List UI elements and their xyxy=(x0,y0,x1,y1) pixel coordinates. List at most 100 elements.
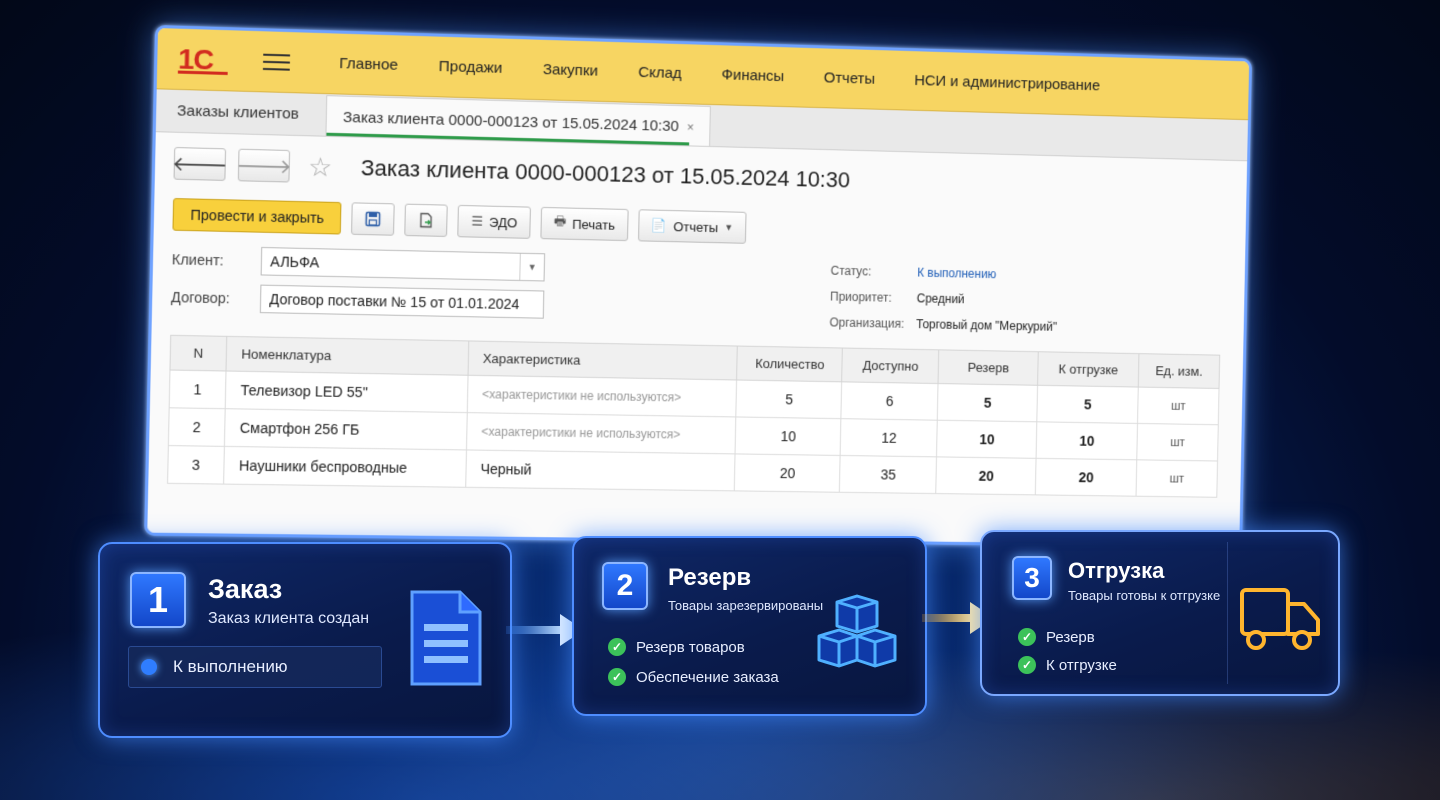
check-circle-icon: ✓ xyxy=(608,638,626,656)
app-logo: 1С xyxy=(178,42,243,77)
cell-reserve: 10 xyxy=(937,420,1037,458)
status-dot-icon xyxy=(141,659,157,675)
contract-row: Договор: Договор поставки № 15 от 01.01.… xyxy=(171,283,741,323)
reports-button-label: Отчеты xyxy=(673,219,718,235)
check-item: ✓ Резерв товаров xyxy=(608,638,779,656)
cell-characteristic[interactable]: <характеристики не используются> xyxy=(467,375,737,417)
printer-icon: 🖶 xyxy=(554,212,567,234)
cell-quantity[interactable]: 5 xyxy=(736,380,842,419)
column-header-available[interactable]: Доступно xyxy=(842,348,939,384)
cell-available: 12 xyxy=(840,419,937,457)
reports-button[interactable]: 📄 Отчеты ▼ xyxy=(638,209,747,244)
document-form: 🡐 🡒 ☆ Заказ клиента 0000-000123 от 15.05… xyxy=(147,132,1247,548)
step-title: Заказ xyxy=(208,574,282,605)
column-header-quantity[interactable]: Количество xyxy=(737,346,843,382)
back-button[interactable]: 🡐 xyxy=(174,147,227,181)
contract-value: Договор поставки № 15 от 01.01.2024 xyxy=(269,291,519,312)
column-header-unit[interactable]: Ед. изм. xyxy=(1138,354,1219,389)
document-icon xyxy=(408,588,484,688)
form-left: Клиент: АЛЬФА ▼ Договор: Договор поставк… xyxy=(170,245,741,340)
goods-table: N Номенклатура Характеристика Количество… xyxy=(167,335,1220,498)
arrow-right-icon: 🡒 xyxy=(236,152,292,179)
menu-item-purchases[interactable]: Закупки xyxy=(522,60,618,80)
check-list: ✓ Резерв товаров ✓ Обеспечение заказа xyxy=(608,638,779,686)
check-circle-icon: ✓ xyxy=(1018,628,1036,646)
edo-button-label: ЭДО xyxy=(489,214,518,230)
boxes-icon xyxy=(815,594,899,678)
cell-quantity[interactable]: 10 xyxy=(735,417,841,456)
cell-item[interactable]: Наушники беспроводные xyxy=(224,446,467,487)
cell-characteristic[interactable]: <характеристики не используются> xyxy=(466,413,736,454)
check-item-label: Обеспечение заказа xyxy=(636,669,779,686)
cell-quantity[interactable]: 20 xyxy=(735,454,841,492)
check-item-label: Резерв xyxy=(1046,629,1095,646)
step-card-shipment: 3 Отгрузка Товары готовы к отгрузке ✓ Ре… xyxy=(980,530,1340,696)
menu-item-admin[interactable]: НСИ и администрирование xyxy=(894,71,1119,94)
step-number: 1 xyxy=(130,572,186,628)
edo-icon: ☰ xyxy=(471,213,483,229)
client-value: АЛЬФА xyxy=(270,253,319,270)
close-icon[interactable]: × xyxy=(687,120,694,134)
menu-item-sales[interactable]: Продажи xyxy=(418,57,523,77)
cell-item[interactable]: Смартфон 256 ГБ xyxy=(224,409,467,450)
tab-client-orders[interactable]: Заказы клиентов xyxy=(156,102,320,136)
cell-n: 1 xyxy=(169,370,226,409)
client-field[interactable]: АЛЬФА ▼ xyxy=(261,247,546,282)
post-and-close-button[interactable]: Провести и закрыть xyxy=(172,198,341,235)
header-fields: Клиент: АЛЬФА ▼ Договор: Договор поставк… xyxy=(170,245,1227,349)
step-title: Резерв xyxy=(668,564,751,592)
menu-item-warehouse[interactable]: Склад xyxy=(618,63,702,82)
step-number: 3 xyxy=(1012,556,1052,600)
menu-item-finance[interactable]: Финансы xyxy=(701,66,804,86)
truck-icon xyxy=(1238,584,1324,656)
cell-unit: шт xyxy=(1137,423,1218,461)
check-item: ✓ К отгрузке xyxy=(1018,656,1117,674)
menu-item-main[interactable]: Главное xyxy=(319,54,419,74)
check-item-label: Резерв товаров xyxy=(636,639,745,656)
order-properties: Статус: К выполнению Приоритет: Средний … xyxy=(829,264,1058,346)
cell-reserve: 20 xyxy=(936,457,1036,495)
column-header-n[interactable]: N xyxy=(170,335,227,371)
column-header-to-ship[interactable]: К отгрузке xyxy=(1038,352,1139,387)
floppy-disk-icon xyxy=(365,211,382,228)
cell-unit: шт xyxy=(1136,460,1217,497)
print-button[interactable]: 🖶 Печать xyxy=(540,207,628,241)
create-based-on-button[interactable] xyxy=(405,204,448,237)
step-card-order: 1 Заказ Заказ клиента создан К выполнени… xyxy=(98,542,512,738)
column-header-characteristic[interactable]: Характеристика xyxy=(468,341,738,380)
contract-field[interactable]: Договор поставки № 15 от 01.01.2024 xyxy=(260,285,545,319)
print-button-label: Печать xyxy=(572,216,615,232)
report-icon: 📄 xyxy=(651,218,668,234)
cell-available: 35 xyxy=(840,455,937,493)
document-arrow-icon xyxy=(418,212,435,229)
check-circle-icon: ✓ xyxy=(1018,656,1036,674)
organization-value: Торговый дом "Меркурий" xyxy=(916,317,1057,334)
app-window: 1С Главное Продажи Закупки Склад Финансы… xyxy=(144,25,1252,548)
status-link[interactable]: К выполнению xyxy=(917,266,996,282)
cell-unit: шт xyxy=(1138,387,1219,425)
save-button[interactable] xyxy=(351,202,395,235)
column-header-item[interactable]: Номенклатура xyxy=(226,336,469,375)
check-item-label: К отгрузке xyxy=(1046,657,1117,674)
cell-to-ship: 5 xyxy=(1037,385,1138,423)
step-title: Отгрузка xyxy=(1068,558,1164,584)
favorite-star-icon[interactable]: ☆ xyxy=(308,151,333,183)
column-header-reserve[interactable]: Резерв xyxy=(938,350,1038,385)
check-item: ✓ Резерв xyxy=(1018,628,1117,646)
forward-button[interactable]: 🡒 xyxy=(238,149,290,183)
priority-label: Приоритет: xyxy=(830,290,917,306)
main-menu: Главное Продажи Закупки Склад Финансы От… xyxy=(319,54,1120,95)
cell-characteristic[interactable]: Черный xyxy=(465,450,735,491)
menu-item-reports[interactable]: Отчеты xyxy=(804,69,895,89)
priority-value: Средний xyxy=(917,291,965,306)
organization-row: Организация: Торговый дом "Меркурий" xyxy=(829,315,1057,333)
chevron-down-icon: ▼ xyxy=(724,222,733,232)
edo-button[interactable]: ☰ ЭДО xyxy=(458,205,531,239)
status-label: Статус: xyxy=(830,264,917,280)
toolbar: Провести и закрыть ☰ ЭДО 🖶 Печать 📄 Отче… xyxy=(172,198,1228,255)
cell-to-ship: 10 xyxy=(1036,422,1137,460)
cell-item[interactable]: Телевизор LED 55" xyxy=(225,371,468,413)
chevron-down-icon[interactable]: ▼ xyxy=(519,254,544,281)
check-circle-icon: ✓ xyxy=(608,668,626,686)
hamburger-menu-icon[interactable] xyxy=(263,53,290,70)
